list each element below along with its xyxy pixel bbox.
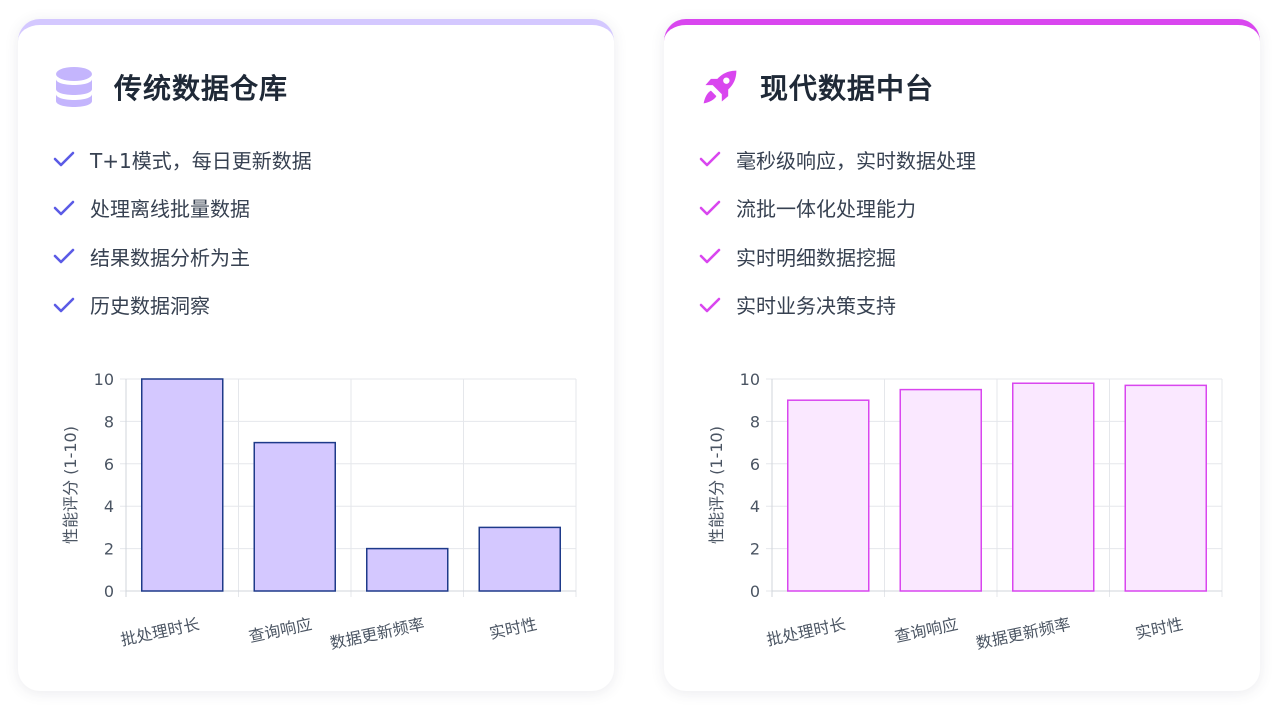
card-title: 现代数据中台 — [760, 72, 935, 105]
card-header: 传统数据仓库 — [54, 65, 288, 109]
y-tick-label: 8 — [104, 412, 114, 431]
rocket-icon — [700, 65, 740, 109]
feature-list: 毫秒级响应，实时数据处理 流批一体化处理能力 实时明细数据挖掘 实时业务决策支持 — [698, 135, 976, 329]
x-tick-label: 数据更新频率 — [974, 614, 1072, 653]
bar — [478, 526, 561, 592]
bar — [1012, 382, 1095, 592]
feature-text: 流批一体化处理能力 — [736, 197, 916, 222]
modern-performance-chart: 0 2 4 6 8 10 批处理时长 查询响应 数据更新频率 实时性 性能评分 (1-10) — [707, 370, 1223, 653]
feature-item: 历史数据洞察 — [52, 281, 312, 330]
x-tick-label: 查询响应 — [893, 614, 960, 646]
x-tick-label: 实时性 — [1134, 614, 1185, 643]
check-icon — [698, 244, 722, 268]
x-tick-label: 实时性 — [488, 614, 539, 643]
traditional-warehouse-card: 传统数据仓库 T+1模式，每日更新数据 处理离线批量数据 结果数据分析为主 历史… — [18, 19, 614, 691]
y-tick-label: 10 — [94, 370, 114, 389]
x-tick-label: 数据更新频率 — [328, 614, 426, 653]
y-tick-label: 6 — [104, 455, 114, 474]
bar — [899, 388, 982, 592]
x-tick-label: 批处理时长 — [765, 614, 847, 649]
y-tick-label: 10 — [740, 370, 760, 389]
feature-item: T+1模式，每日更新数据 — [52, 135, 312, 184]
y-tick-label: 6 — [750, 455, 760, 474]
y-tick-label: 0 — [104, 582, 114, 601]
check-icon — [52, 196, 76, 220]
bar — [787, 399, 870, 592]
y-axis-label: 性能评分 (1-10) — [61, 426, 80, 544]
y-axis-label: 性能评分 (1-10) — [707, 426, 726, 544]
feature-item: 流批一体化处理能力 — [698, 184, 976, 233]
feature-item: 实时明细数据挖掘 — [698, 232, 976, 281]
y-tick-label: 8 — [750, 412, 760, 431]
bar — [253, 441, 336, 592]
card-header: 现代数据中台 — [700, 65, 934, 109]
feature-text: 毫秒级响应，实时数据处理 — [736, 148, 976, 173]
x-tick-label: 批处理时长 — [119, 614, 201, 649]
feature-item: 处理离线批量数据 — [52, 184, 312, 233]
feature-item: 结果数据分析为主 — [52, 232, 312, 281]
bar — [1124, 384, 1207, 592]
y-tick-label: 2 — [104, 540, 114, 559]
y-tick-label: 0 — [750, 582, 760, 601]
check-icon — [698, 293, 722, 317]
modern-platform-card: 现代数据中台 毫秒级响应，实时数据处理 流批一体化处理能力 实时明细数据挖掘 实… — [664, 19, 1260, 691]
x-tick-label: 查询响应 — [247, 614, 314, 646]
feature-text: T+1模式，每日更新数据 — [90, 148, 312, 173]
card-title: 传统数据仓库 — [114, 72, 289, 105]
y-tick-label: 4 — [750, 497, 760, 516]
feature-text: 实时业务决策支持 — [736, 294, 896, 319]
check-icon — [698, 147, 722, 171]
feature-text: 实时明细数据挖掘 — [736, 245, 896, 270]
feature-text: 历史数据洞察 — [90, 294, 210, 319]
bar — [141, 378, 224, 592]
feature-text: 结果数据分析为主 — [90, 245, 250, 270]
check-icon — [52, 147, 76, 171]
check-icon — [698, 196, 722, 220]
feature-text: 处理离线批量数据 — [90, 197, 250, 222]
database-icon — [54, 65, 94, 109]
check-icon — [52, 293, 76, 317]
y-tick-label: 2 — [750, 540, 760, 559]
y-tick-label: 4 — [104, 497, 114, 516]
feature-item: 实时业务决策支持 — [698, 281, 976, 330]
feature-item: 毫秒级响应，实时数据处理 — [698, 135, 976, 184]
check-icon — [52, 244, 76, 268]
bar — [366, 547, 449, 592]
feature-list: T+1模式，每日更新数据 处理离线批量数据 结果数据分析为主 历史数据洞察 — [52, 135, 312, 329]
traditional-performance-chart: 0 2 4 6 8 10 批处理时长 查询响应 数据更新频率 实时性 性能评分 (1-10) — [61, 370, 577, 653]
